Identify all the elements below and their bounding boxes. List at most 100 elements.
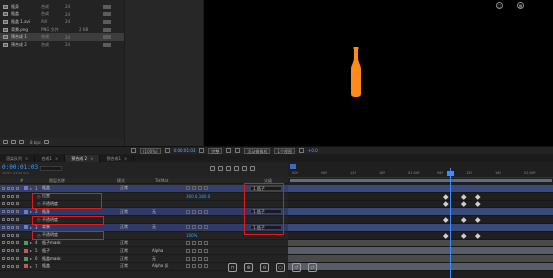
close-icon[interactable]: × bbox=[124, 156, 127, 161]
layer-name[interactable]: 瓶子 bbox=[42, 248, 82, 254]
collapse-icon[interactable] bbox=[192, 264, 196, 269]
layer-name[interactable]: 瓶身 bbox=[42, 209, 82, 215]
layer-name[interactable]: 瓶盖 bbox=[42, 185, 82, 191]
audio-icon[interactable] bbox=[6, 225, 10, 229]
keyframe-icon[interactable] bbox=[475, 193, 481, 199]
transparency-grid-icon[interactable]: ▦ bbox=[517, 2, 524, 9]
timeline-tab[interactable]: 渲染队列 × bbox=[0, 155, 36, 162]
keyframe-icon[interactable] bbox=[443, 193, 449, 199]
zoom-out-icon[interactable]: ⊖ bbox=[260, 263, 269, 272]
property-track[interactable] bbox=[288, 193, 553, 201]
audio-icon[interactable] bbox=[6, 210, 10, 214]
layer-mode-select[interactable]: 正常 bbox=[120, 256, 128, 262]
layer-track-bar[interactable] bbox=[288, 208, 553, 217]
column-layer-name[interactable]: 图层名称 bbox=[49, 178, 117, 184]
camera-icon[interactable] bbox=[199, 148, 205, 153]
collapse-icon[interactable] bbox=[192, 256, 196, 261]
property-track[interactable] bbox=[288, 232, 553, 240]
property-value[interactable]: 100% bbox=[186, 233, 197, 238]
lock-icon[interactable] bbox=[15, 233, 19, 237]
transfer-icon[interactable]: ⇄ bbox=[308, 263, 317, 272]
effect-icon[interactable] bbox=[204, 209, 208, 214]
toggle-switches-icon[interactable]: ⊓ bbox=[228, 263, 237, 272]
keyframe-icon[interactable] bbox=[475, 232, 481, 238]
audio-icon[interactable] bbox=[6, 249, 10, 253]
layer-mode-select[interactable]: 正常 bbox=[120, 248, 128, 254]
comp-flowchart-icon[interactable] bbox=[210, 166, 215, 171]
timeline-tab[interactable]: 合成1 × bbox=[35, 155, 66, 162]
quality-icon[interactable] bbox=[198, 240, 202, 245]
layer-mode-select[interactable]: 正常 bbox=[120, 185, 128, 191]
effect-icon[interactable] bbox=[204, 240, 208, 245]
effect-icon[interactable] bbox=[204, 225, 208, 230]
fast-preview-icon[interactable] bbox=[226, 148, 232, 153]
shy-layers-icon[interactable] bbox=[226, 166, 231, 171]
lock-icon[interactable] bbox=[15, 194, 19, 198]
channel-icon[interactable] bbox=[298, 148, 304, 153]
effect-icon[interactable] bbox=[204, 264, 208, 269]
audio-icon[interactable] bbox=[6, 186, 10, 190]
comp-button-icon[interactable] bbox=[290, 164, 296, 169]
layer-trkmat-select[interactable]: Alpha 反 bbox=[152, 263, 169, 269]
property-track[interactable] bbox=[288, 201, 553, 209]
keyframe-icon[interactable] bbox=[443, 201, 449, 207]
lock-icon[interactable] bbox=[15, 218, 19, 222]
layer-row[interactable]: ▸ 5 瓶子 正常 Alpha bbox=[0, 247, 288, 256]
close-icon[interactable]: × bbox=[55, 156, 58, 161]
shy-icon[interactable] bbox=[186, 240, 190, 245]
layer-label-color[interactable] bbox=[24, 209, 28, 214]
audio-icon[interactable] bbox=[6, 264, 10, 268]
zoom-select[interactable]: (100%) bbox=[140, 147, 161, 154]
audio-icon[interactable] bbox=[6, 233, 10, 237]
audio-icon[interactable] bbox=[6, 194, 10, 198]
layer-label-color[interactable] bbox=[24, 264, 28, 269]
layer-track-bar[interactable] bbox=[288, 262, 553, 271]
current-timecode[interactable]: 0:00:01:03 bbox=[2, 164, 38, 171]
layer-trkmat-select[interactable]: Alpha bbox=[152, 248, 163, 253]
project-item-label[interactable] bbox=[103, 4, 111, 9]
collapse-icon[interactable] bbox=[192, 225, 196, 230]
layer-row[interactable]: ▸ 6 瓶盖mask 正常无 bbox=[0, 255, 288, 263]
solo-icon[interactable] bbox=[11, 225, 14, 229]
snapshot-icon[interactable] bbox=[164, 148, 170, 153]
lock-icon[interactable] bbox=[15, 264, 19, 268]
interpret-footage-icon[interactable] bbox=[3, 140, 8, 144]
layer-search-input[interactable] bbox=[40, 166, 62, 171]
layer-label-color[interactable] bbox=[24, 248, 28, 253]
frame-blending-icon[interactable] bbox=[234, 166, 239, 171]
quality-icon[interactable] bbox=[198, 264, 202, 269]
project-item-label[interactable] bbox=[103, 12, 111, 17]
solo-icon[interactable] bbox=[11, 186, 14, 190]
shy-icon[interactable] bbox=[186, 264, 190, 269]
lock-icon[interactable] bbox=[15, 249, 19, 253]
visibility-icon[interactable] bbox=[2, 241, 5, 245]
layer-label-color[interactable] bbox=[24, 240, 28, 245]
new-folder-icon[interactable] bbox=[11, 140, 16, 144]
view-layout-select[interactable]: 1个视图 bbox=[274, 147, 295, 154]
keyframe-icon[interactable] bbox=[475, 217, 481, 223]
effect-icon[interactable] bbox=[204, 256, 208, 261]
region-of-interest-icon[interactable]: ▢ bbox=[496, 2, 503, 9]
resolution-select[interactable]: 完整 bbox=[208, 147, 223, 154]
layer-track-bar[interactable] bbox=[288, 185, 553, 193]
keyframe-icon[interactable] bbox=[443, 232, 449, 238]
bit-depth-label[interactable]: 8 bpc bbox=[30, 140, 41, 145]
shy-icon[interactable] bbox=[186, 225, 190, 230]
motion-blur-icon[interactable] bbox=[242, 166, 247, 171]
visibility-icon[interactable] bbox=[2, 249, 5, 253]
layer-trkmat-select[interactable]: 无 bbox=[152, 224, 156, 230]
keyframe-icon[interactable] bbox=[443, 217, 449, 223]
collapse-icon[interactable] bbox=[192, 248, 196, 253]
lock-icon[interactable] bbox=[15, 186, 19, 190]
lock-icon[interactable] bbox=[15, 257, 19, 261]
effect-icon[interactable] bbox=[204, 248, 208, 253]
layer-track-bar[interactable] bbox=[288, 255, 553, 263]
visibility-icon[interactable] bbox=[2, 210, 5, 214]
layer-name[interactable]: 瓶子mask bbox=[42, 240, 82, 246]
close-icon[interactable]: × bbox=[25, 156, 28, 161]
close-icon[interactable]: × bbox=[90, 156, 93, 161]
keyframe-icon[interactable] bbox=[461, 217, 467, 223]
layer-track-bar[interactable] bbox=[288, 239, 553, 248]
collapse-icon[interactable] bbox=[192, 240, 196, 245]
project-item[interactable]: 预合成 1 合成 24 bbox=[0, 33, 124, 41]
